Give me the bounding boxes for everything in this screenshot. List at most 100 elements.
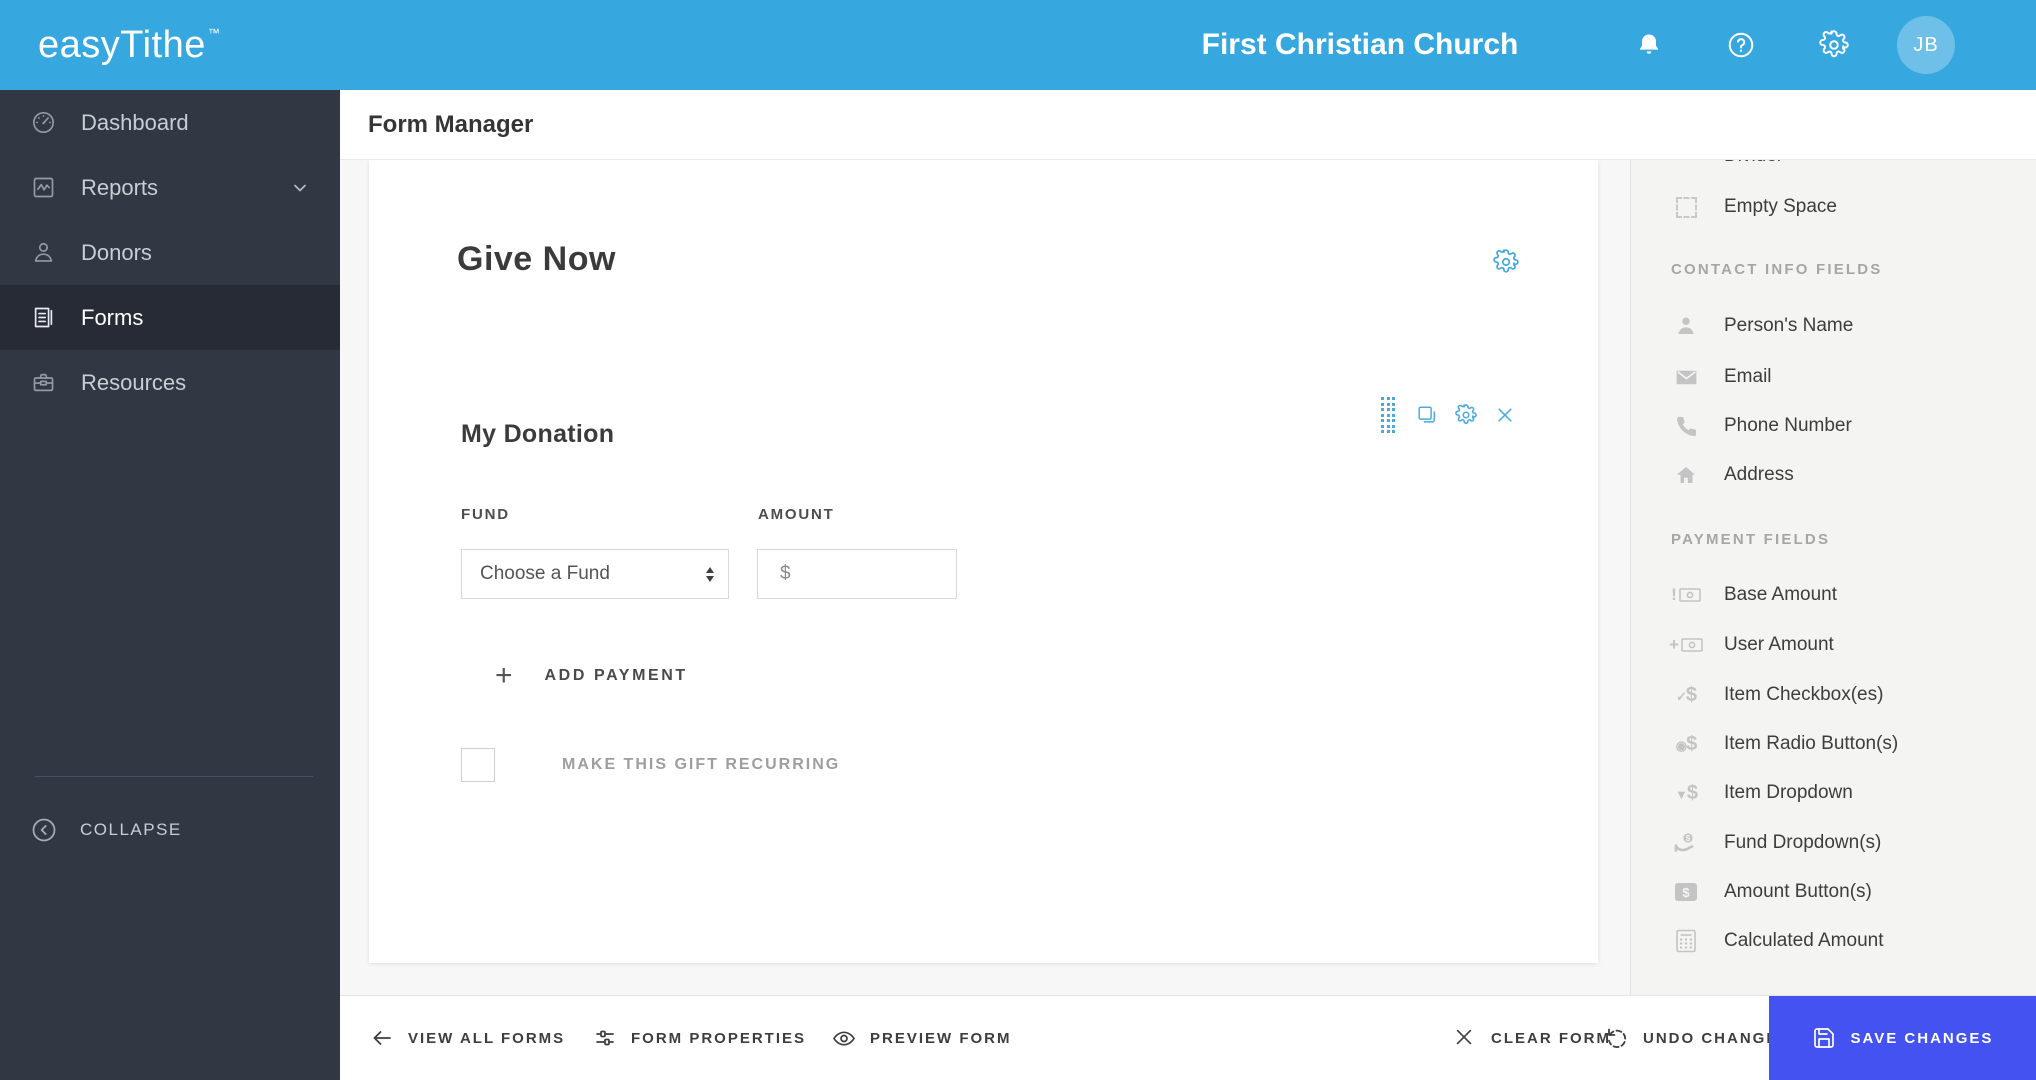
- hand-coin-icon: $: [1671, 828, 1701, 858]
- save-floppy-icon: [1812, 1026, 1836, 1050]
- field-item-label: Fund Dropdown(s): [1724, 832, 1882, 853]
- field-item-label: Amount Button(s): [1724, 881, 1872, 902]
- sidebar-item-resources[interactable]: Resources: [0, 350, 340, 415]
- eye-icon: [832, 1026, 856, 1050]
- user-avatar[interactable]: JB: [1897, 16, 1955, 74]
- form-properties-button[interactable]: FORM PROPERTIES: [593, 996, 806, 1080]
- close-icon: [1495, 405, 1515, 425]
- preview-form-button[interactable]: PREVIEW FORM: [832, 996, 1012, 1080]
- field-item-label: Calculated Amount: [1724, 930, 1884, 951]
- field-item-item-checkboxes[interactable]: ✓$ Item Checkbox(es): [1631, 677, 2036, 713]
- amount-label: AMOUNT: [758, 506, 835, 523]
- save-changes-button[interactable]: SAVE CHANGES: [1769, 996, 2036, 1080]
- sidebar-item-label: Reports: [81, 174, 159, 200]
- person-icon: [1671, 311, 1701, 341]
- fund-label: FUND: [461, 506, 510, 523]
- field-item-persons-name[interactable]: Person's Name: [1631, 308, 2036, 344]
- undo-icon: [1605, 1026, 1629, 1050]
- block-settings-button[interactable]: [1455, 404, 1477, 426]
- form-canvas: Give Now My Donation FUND AMOUNT Choose …: [369, 160, 1598, 963]
- envelope-icon: [1671, 362, 1701, 392]
- chevron-left-circle-icon: [30, 816, 58, 844]
- field-item-label: Email: [1724, 366, 1772, 387]
- add-payment-label: ADD PAYMENT: [544, 667, 688, 684]
- bottom-action-bar: VIEW ALL FORMS FORM PROPERTIES PREVIEW F…: [340, 995, 2036, 1080]
- phone-icon: [1671, 411, 1701, 441]
- svg-text:$: $: [1682, 885, 1690, 900]
- sidebar-item-forms[interactable]: Forms: [0, 285, 340, 350]
- duplicate-block-button[interactable]: [1416, 404, 1438, 426]
- remove-block-button[interactable]: [1494, 404, 1516, 426]
- field-item-label: Base Amount: [1724, 584, 1838, 605]
- sidebar-item-label: Resources: [81, 369, 187, 395]
- easytithe-logo[interactable]: easyTithe ™: [38, 0, 220, 90]
- form-title: Give Now: [457, 240, 616, 278]
- field-item-label: Person's Name: [1724, 315, 1854, 336]
- amount-input[interactable]: [757, 549, 957, 599]
- empty-space-icon: [1671, 192, 1701, 222]
- fund-select[interactable]: Choose a Fund: [461, 549, 729, 599]
- field-item-base-amount[interactable]: ! Base Amount: [1631, 577, 2036, 613]
- notifications-button[interactable]: [1629, 0, 1669, 90]
- bill-plus-icon: +: [1669, 630, 1703, 660]
- bell-icon: [1635, 31, 1663, 59]
- field-item-label: Item Checkbox(es): [1724, 684, 1884, 705]
- field-item-item-dropdown[interactable]: ▼$ Item Dropdown: [1631, 775, 2036, 811]
- select-arrows-icon: [706, 566, 714, 582]
- home-icon: [1671, 460, 1701, 490]
- form-settings-button[interactable]: [1493, 249, 1519, 275]
- close-icon: [1453, 1026, 1477, 1050]
- copy-icon: [1416, 404, 1438, 426]
- gear-icon: [1819, 30, 1849, 60]
- block-toolbar: [1377, 397, 1516, 433]
- help-button[interactable]: [1721, 0, 1761, 90]
- add-payment-button[interactable]: + ADD PAYMENT: [495, 658, 688, 694]
- bill-exclaim-icon: !: [1671, 580, 1701, 610]
- view-all-forms-button[interactable]: VIEW ALL FORMS: [370, 996, 565, 1080]
- dashboard-gauge-icon: [30, 109, 57, 136]
- field-item-email[interactable]: Email: [1631, 359, 2036, 395]
- sidebar-item-reports[interactable]: Reports: [0, 155, 340, 220]
- panel-section-header-contact: CONTACT INFO FIELDS: [1671, 260, 1883, 278]
- sidebar-item-donors[interactable]: Donors: [0, 220, 340, 285]
- field-item-user-amount[interactable]: + User Amount: [1631, 627, 2036, 663]
- app-root: easyTithe ™ First Christian Church JB Da…: [0, 0, 2036, 1080]
- logo-text: easyTithe: [38, 23, 206, 66]
- field-item-amount-buttons[interactable]: $ Amount Button(s): [1631, 874, 2036, 910]
- field-item-phone-number[interactable]: Phone Number: [1631, 408, 2036, 444]
- recurring-checkbox[interactable]: [461, 748, 495, 782]
- page-header: Form Manager: [340, 90, 2036, 160]
- arrow-left-icon: [370, 1026, 394, 1050]
- sliders-icon: [593, 1026, 617, 1050]
- field-item-calculated-amount[interactable]: Calculated Amount: [1631, 923, 2036, 959]
- sidebar-item-dashboard[interactable]: Dashboard: [0, 90, 340, 155]
- undo-changes-button[interactable]: UNDO CHANGES: [1605, 996, 1790, 1080]
- plus-icon: +: [495, 659, 513, 692]
- resources-briefcase-icon: [30, 369, 57, 396]
- view-all-forms-label: VIEW ALL FORMS: [408, 1029, 566, 1047]
- preview-form-label: PREVIEW FORM: [870, 1029, 1012, 1047]
- dollar-button-icon: $: [1671, 877, 1701, 907]
- field-item-divider[interactable]: Divider: [1631, 160, 2036, 174]
- donation-section-title: My Donation: [461, 420, 615, 448]
- logo-trademark: ™: [207, 26, 221, 40]
- recurring-row: MAKE THIS GIFT RECURRING: [461, 748, 840, 782]
- field-item-fund-dropdowns[interactable]: $ Fund Dropdown(s): [1631, 825, 2036, 861]
- clear-form-button[interactable]: CLEAR FORM: [1453, 996, 1611, 1080]
- calculator-icon: [1671, 926, 1701, 956]
- svg-text:$: $: [1686, 834, 1691, 843]
- drag-handle-icon[interactable]: [1377, 397, 1399, 433]
- left-sidebar: Dashboard Reports Donors Forms Resources…: [0, 90, 340, 1080]
- field-item-empty-space[interactable]: Empty Space: [1631, 189, 2036, 225]
- clear-form-label: CLEAR FORM: [1491, 1029, 1611, 1047]
- field-item-label: Phone Number: [1724, 415, 1852, 436]
- reports-chart-icon: [30, 174, 57, 201]
- collapse-label: COLLAPSE: [80, 820, 182, 839]
- collapse-sidebar-button[interactable]: COLLAPSE: [0, 802, 340, 858]
- field-item-label: Address: [1724, 464, 1794, 485]
- field-item-address[interactable]: Address: [1631, 457, 2036, 493]
- field-item-item-radio-buttons[interactable]: ◉$ Item Radio Button(s): [1631, 726, 2036, 762]
- settings-button[interactable]: [1814, 0, 1854, 90]
- field-item-label: Empty Space: [1724, 196, 1837, 217]
- panel-section-header-payment: PAYMENT FIELDS: [1671, 530, 1831, 548]
